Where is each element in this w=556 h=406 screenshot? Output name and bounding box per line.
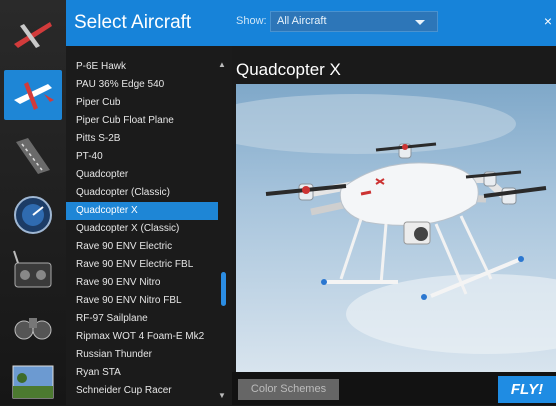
aircraft-list-item[interactable]: Pitts S-2B — [66, 130, 218, 148]
airfield-icon[interactable] — [6, 130, 60, 180]
controller-icon[interactable] — [6, 245, 60, 295]
chevron-down-icon — [415, 20, 425, 25]
quadcopter-image — [236, 94, 556, 354]
aircraft-list-item[interactable]: Quadcopter X — [66, 202, 218, 220]
scroll-up-icon[interactable]: ▲ — [218, 60, 226, 69]
aircraft-list: P-6E Hawk PAU 36% Edge 540 Piper Cub Piper … — [66, 46, 232, 405]
aircraft-list-item[interactable]: Piper Cub Float Plane — [66, 112, 218, 130]
aircraft-list-item[interactable]: Rave 90 ENV Nitro — [66, 274, 218, 292]
aircraft-list-item[interactable]: Rave 90 ENV Electric — [66, 238, 218, 256]
fly-button[interactable]: FLY! — [498, 376, 556, 403]
aircraft-list-item[interactable]: Russian Thunder — [66, 346, 218, 364]
aircraft-list-item[interactable]: Piper Cub — [66, 94, 218, 112]
close-icon[interactable]: × — [544, 14, 552, 28]
scroll-down-icon[interactable]: ▼ — [218, 391, 226, 400]
aircraft-preview — [236, 84, 556, 372]
aircraft-list-item[interactable]: Schneider Cup Racer — [66, 382, 218, 400]
color-schemes-button[interactable]: Color Schemes — [238, 379, 339, 400]
show-label: Show: — [236, 15, 267, 27]
binoculars-icon[interactable] — [6, 300, 60, 350]
aircraft-list-item[interactable]: Ripmax WOT 4 Foam-E Mk2 — [66, 328, 218, 346]
sidebar — [0, 0, 66, 405]
aircraft-category-icon[interactable] — [6, 10, 60, 60]
gauge-icon[interactable] — [6, 190, 60, 240]
scrollbar-thumb[interactable] — [221, 272, 226, 306]
aircraft-list-item[interactable]: Rave 90 ENV Nitro FBL — [66, 292, 218, 310]
scenery-icon[interactable] — [6, 356, 60, 406]
aircraft-list-items: P-6E Hawk PAU 36% Edge 540 Piper Cub Piper … — [66, 58, 218, 400]
preview-title: Quadcopter X — [236, 60, 341, 79]
aircraft-list-item[interactable]: Ryan STA — [66, 364, 218, 382]
aircraft-list-item[interactable]: PAU 36% Edge 540 — [66, 76, 218, 94]
page-title: Select Aircraft — [74, 12, 192, 33]
aircraft-list-item[interactable]: P-6E Hawk — [66, 58, 218, 76]
aircraft-list-item[interactable]: Quadcopter (Classic) — [66, 184, 218, 202]
aircraft-list-item[interactable]: Rave 90 ENV Electric FBL — [66, 256, 218, 274]
aircraft-list-item[interactable]: Quadcopter X (Classic) — [66, 220, 218, 238]
header: Select Aircraft Show: All Aircraft × — [66, 0, 556, 46]
show-filter-dropdown[interactable]: All Aircraft — [270, 11, 438, 32]
aircraft-list-item[interactable]: PT-40 — [66, 148, 218, 166]
aircraft-list-item[interactable]: Quadcopter — [66, 166, 218, 184]
show-filter-value: All Aircraft — [277, 15, 327, 27]
aircraft-list-item[interactable]: RF-97 Sailplane — [66, 310, 218, 328]
select-aircraft-icon[interactable] — [4, 70, 62, 120]
